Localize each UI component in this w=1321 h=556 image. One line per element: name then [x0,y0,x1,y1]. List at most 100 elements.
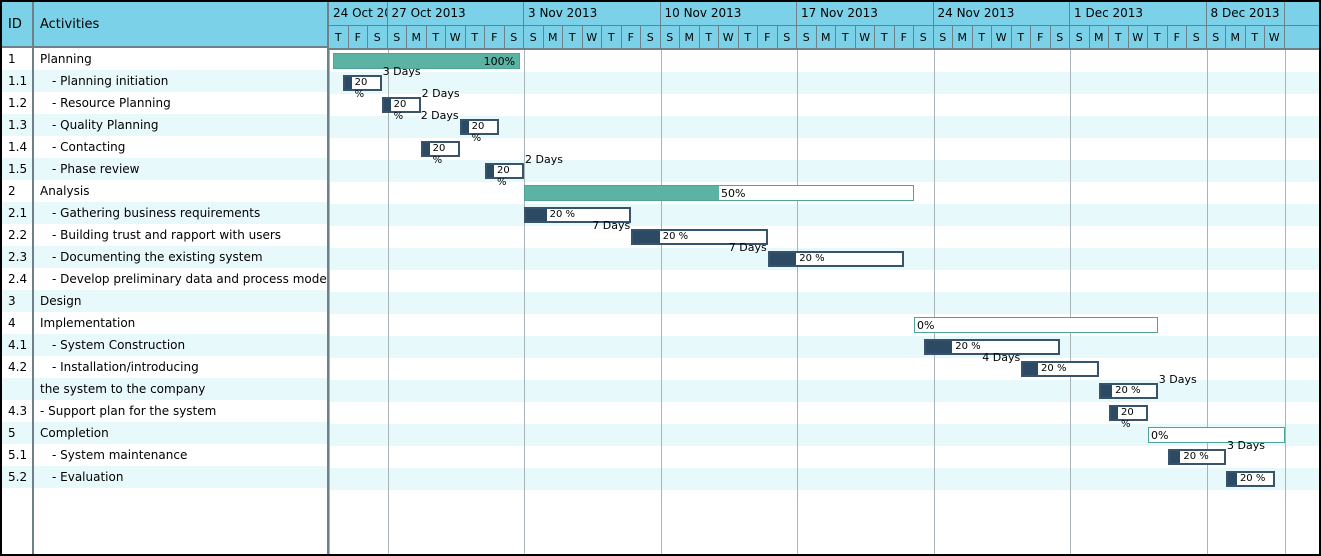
gantt-bar-pct-label: 20 % [1121,407,1146,419]
timeline-row: 0% [329,314,1319,336]
gantt-summary-bar[interactable]: 100% [333,53,520,69]
timeline-week-label: 10 Nov 2013 [661,2,798,25]
gantt-bar-progress [633,231,660,243]
timeline-day-letter: M [407,26,427,49]
timeline[interactable]: 24 Oct 201327 Oct 20133 Nov 201310 Nov 2… [329,2,1319,554]
gantt-task-bar[interactable]: 20 %2 Days [485,163,524,179]
cell-id: 4.2 [2,356,32,378]
timeline-day-letter: F [758,26,778,49]
gantt-bar-pct-label: 20 % [663,231,688,243]
timeline-row: 20 %3 Days [329,72,1319,94]
timeline-day-letter: S [368,26,388,49]
cell-activity: - Installation/introducing [34,356,327,378]
gantt-bar-pct-label: 20 % [1115,385,1140,397]
timeline-day-letter: S [1051,26,1071,49]
gantt-task-bar[interactable]: 20 % [1109,405,1148,421]
cell-activity: - Gathering business requirements [34,202,327,224]
gantt-bar-duration-label: 7 Days [592,219,630,232]
cell-id: 4.1 [2,334,32,356]
timeline-row: 20 % [329,468,1319,490]
timeline-day-letter: S [934,26,954,49]
cell-id [2,378,32,400]
timeline-day-letter: F [349,26,369,49]
timeline-body[interactable]: 100%20 %3 Days20 %2 Days20 %2 Days20 %20… [329,50,1319,554]
timeline-day-letter: M [817,26,837,49]
timeline-row: 20 %2 Days [329,94,1319,116]
timeline-week-label: 3 Nov 2013 [524,2,661,25]
gantt-bar-pct-label: 20 % [799,253,824,265]
cell-activity: - Support plan for the system [34,400,327,422]
gantt-bar-pct-label: 0% [917,318,934,334]
gantt-bar-duration-label: 2 Days [421,109,459,122]
cell-id: 2.2 [2,224,32,246]
gantt-task-bar[interactable]: 20 %7 Days [768,251,905,267]
timeline-row: 20 %2 Days [329,116,1319,138]
gantt-task-bar[interactable]: 20 %2 Days [382,97,421,113]
gantt-bar-progress [1101,385,1112,397]
gantt-task-bar[interactable]: 20 %3 Days [1168,449,1227,465]
timeline-day-letter: S [797,26,817,49]
cell-id: 2.4 [2,268,32,290]
timeline-day-letter: T [602,26,622,49]
cell-activity: - Resource Planning [34,92,327,114]
cell-id: 3 [2,290,32,312]
timeline-header-days: TFSSMTWTFSSMTWTFSSMTWTFSSMTWTFSSMTWTFSSM… [329,26,1319,49]
cell-activity: Completion [34,422,327,444]
timeline-day-letter: T [739,26,759,49]
timeline-day-letter: F [1031,26,1051,49]
timeline-day-letter: T [1109,26,1129,49]
timeline-day-letter: T [1148,26,1168,49]
gantt-task-bar[interactable]: 20 %3 Days [343,75,382,91]
cell-id: 4.3 [2,400,32,422]
gantt-summary-bar[interactable]: 0% [914,317,1158,333]
timeline-week-label: 17 Nov 2013 [797,2,934,25]
gantt-bar-duration-label: 3 Days [383,65,421,78]
gantt-bar-pct-label: 20 % [355,77,380,89]
timeline-day-letter: W [719,26,739,49]
timeline-day-letter: S [641,26,661,49]
cell-activity: - Documenting the existing system [34,246,327,268]
timeline-row: 100% [329,50,1319,72]
timeline-day-letter: T [700,26,720,49]
gantt-task-bar[interactable]: 20 %3 Days [1099,383,1158,399]
cell-id: 2.3 [2,246,32,268]
cell-id: 5.2 [2,466,32,488]
cell-id: 1.2 [2,92,32,114]
cell-id: 1.1 [2,70,32,92]
gantt-bar-progress [1170,451,1181,463]
timeline-row: 20 %3 Days [329,446,1319,468]
cell-id: 5 [2,422,32,444]
gantt-task-bar[interactable]: 20 %2 Days [460,119,499,135]
timeline-row: 20 % [329,402,1319,424]
timeline-week-label: 1 Dec 2013 [1070,2,1207,25]
timeline-day-letter: W [992,26,1012,49]
gantt-bar-pct-label: 20 % [472,121,497,133]
gantt-bar-pct-label: 20 % [394,99,419,111]
gantt-bar-pct-label: 50% [721,186,745,202]
cell-activity: - System maintenance [34,444,327,466]
timeline-day-letter: F [895,26,915,49]
gantt-task-bar[interactable]: 20 %4 Days [1021,361,1099,377]
gantt-bar-progress [462,121,469,133]
gantt-bar-duration-label: 2 Days [422,87,460,100]
cell-id: 5.1 [2,444,32,466]
col-id-rows: 11.11.21.31.41.522.12.22.32.4344.14.24.3… [2,48,32,554]
gantt-bar-pct-label: 20 % [550,209,575,221]
timeline-day-letter: M [1090,26,1110,49]
gantt-task-bar[interactable]: 20 % [1226,471,1275,487]
gantt-bar-duration-label: 7 Days [729,241,767,254]
cell-activity: - Phase review [34,158,327,180]
gantt-bar-pct-label: 100% [484,54,515,70]
cell-id: 1.3 [2,114,32,136]
col-activities: Activities Planning- Planning initiation… [34,2,329,554]
col-activities-header: Activities [34,2,327,48]
timeline-week-label: 24 Nov 2013 [934,2,1071,25]
gantt-summary-bar[interactable]: 50% [524,185,914,201]
gantt-bar-progress [487,165,494,177]
timeline-row: 0% [329,424,1319,446]
cell-id: 2.1 [2,202,32,224]
timeline-day-letter: T [875,26,895,49]
timeline-day-letter: T [427,26,447,49]
gantt-task-bar[interactable]: 20 % [421,141,460,157]
cell-activity: - Develop preliminary data and process m… [34,268,327,290]
